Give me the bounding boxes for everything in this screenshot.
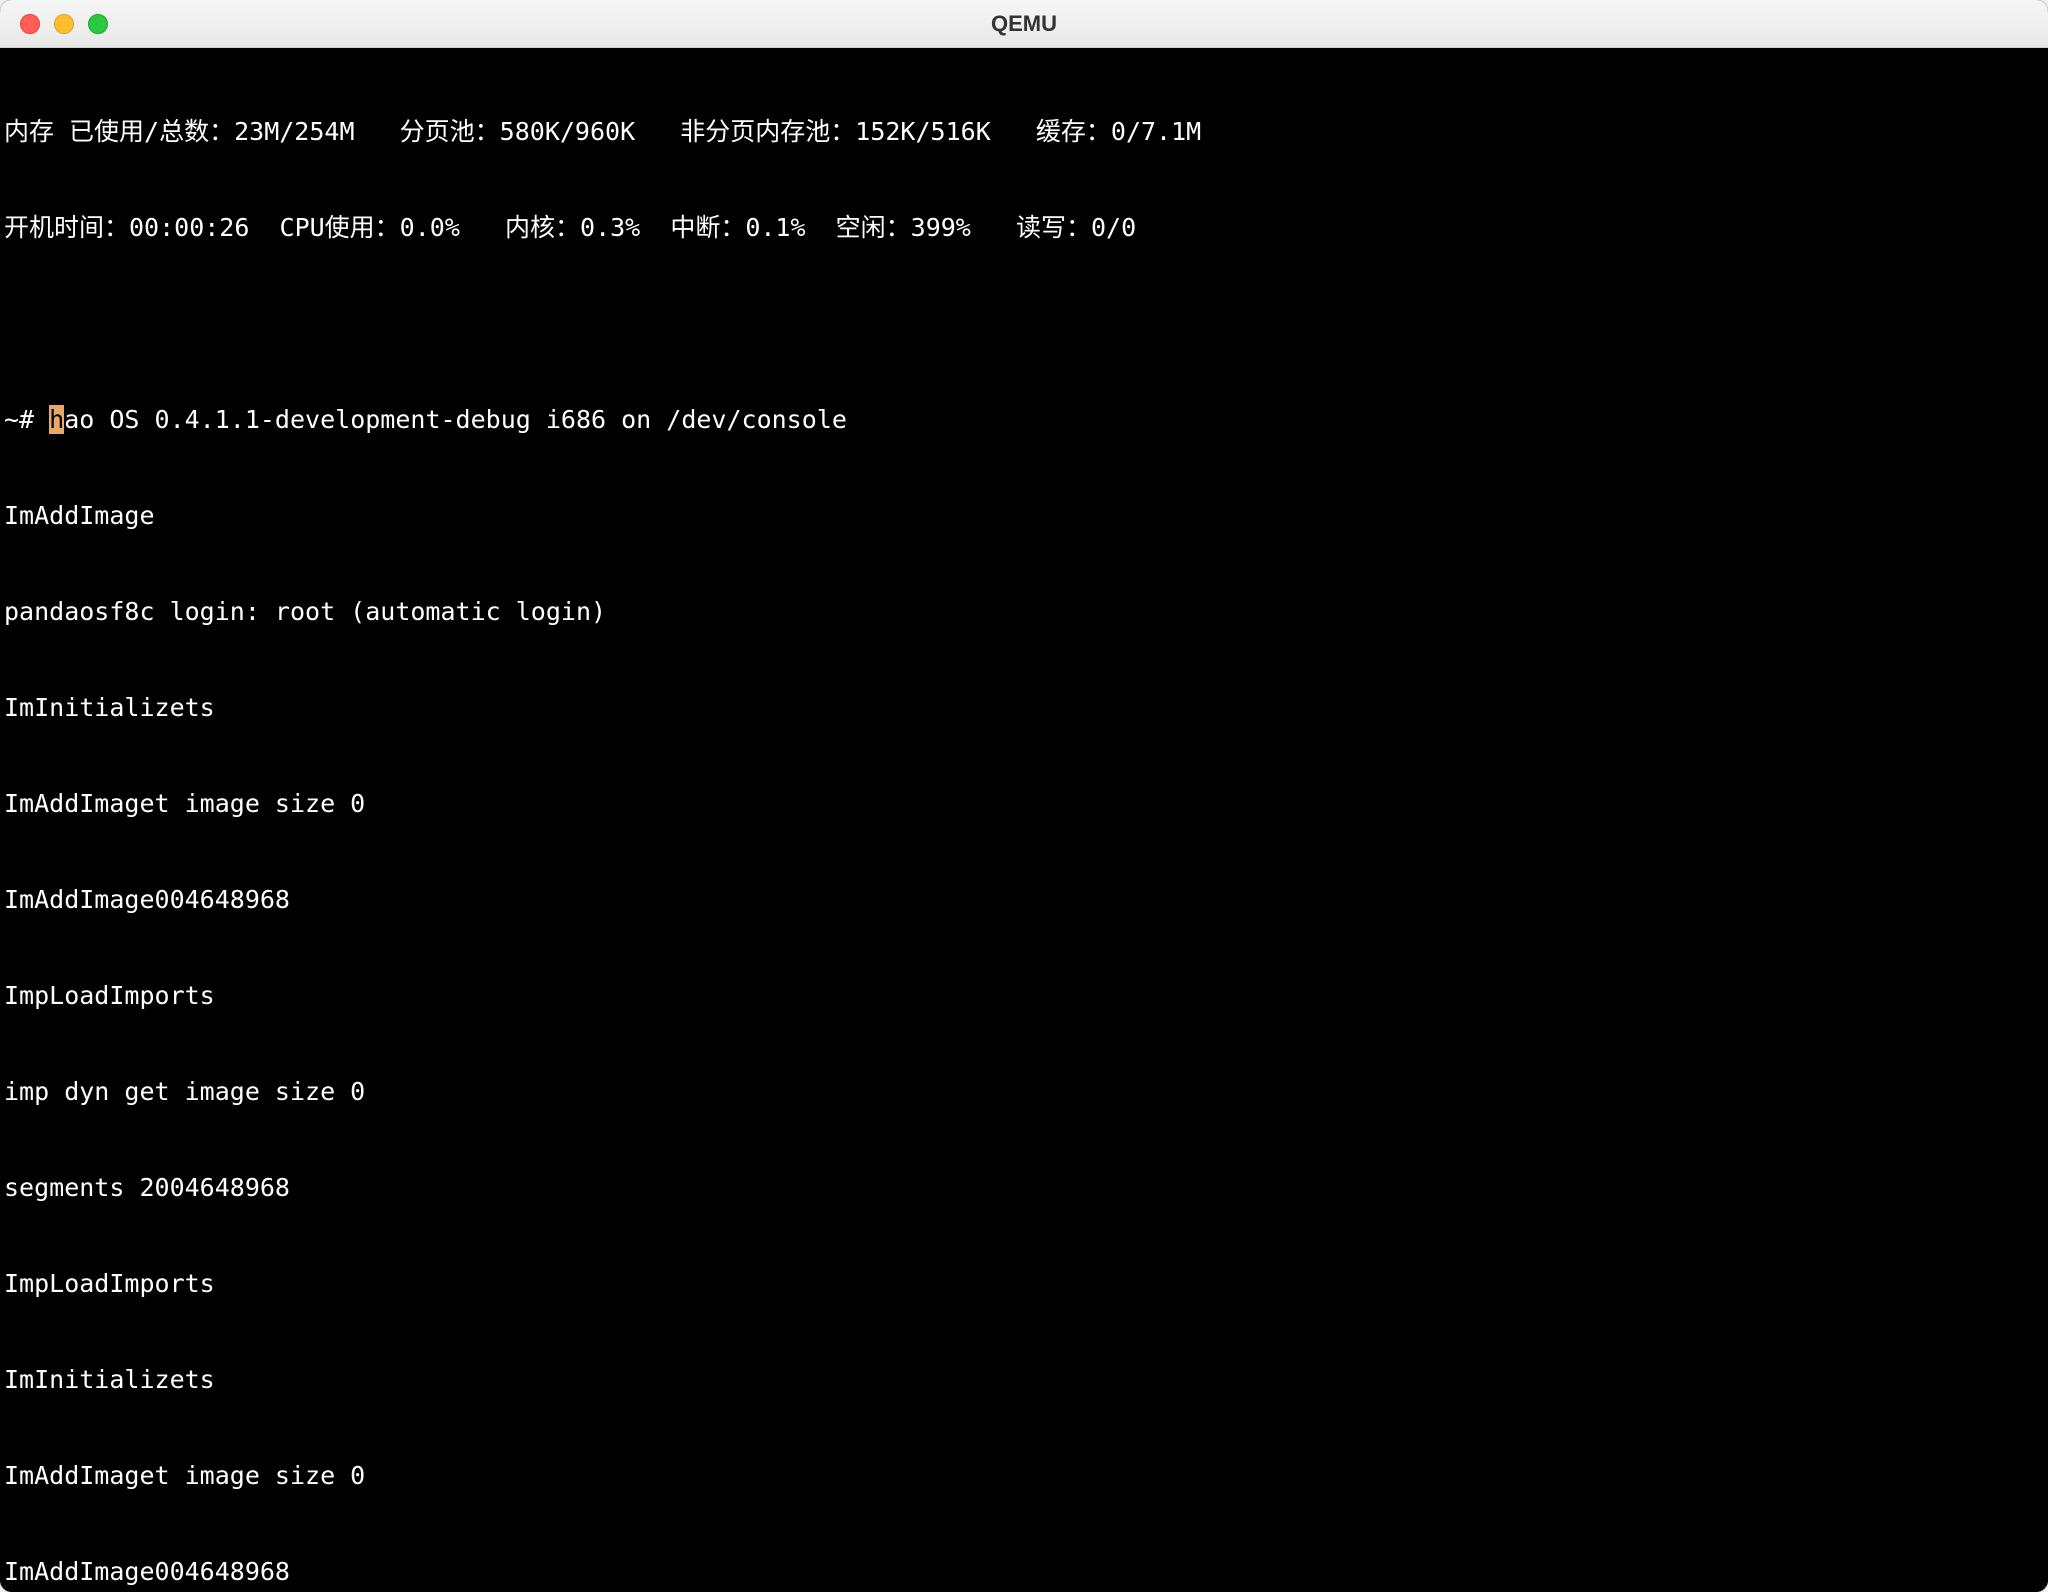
console-line: ImAddImage004648968: [4, 1556, 2044, 1588]
console-line: ImAddImage: [4, 500, 2044, 532]
terminal[interactable]: 内存 已使用/总数：23M/254M 分页池：580K/960K 非分页内存池：…: [0, 48, 2048, 1592]
console-line: ImInitializets: [4, 1364, 2044, 1396]
status-line-1: 内存 已使用/总数：23M/254M 分页池：580K/960K 非分页内存池：…: [4, 116, 2044, 148]
titlebar[interactable]: QEMU: [0, 0, 2048, 48]
console-line: ImpLoadImports: [4, 980, 2044, 1012]
close-icon[interactable]: [20, 14, 40, 34]
maximize-icon[interactable]: [88, 14, 108, 34]
minimize-icon[interactable]: [54, 14, 74, 34]
prompt-line: ~# hao OS 0.4.1.1-development-debug i686…: [4, 404, 2044, 436]
status-line-2: 开机时间：00:00:26 CPU使用：0.0% 内核：0.3% 中断：0.1%…: [4, 212, 2044, 244]
prompt-prefix: ~#: [4, 405, 49, 434]
console-line: ImInitializets: [4, 692, 2044, 724]
console-line: ImAddImage004648968: [4, 884, 2044, 916]
window-title: QEMU: [991, 11, 1057, 37]
traffic-lights: [20, 14, 108, 34]
console-line: imp dyn get image size 0: [4, 1076, 2044, 1108]
blank-line: [4, 308, 2044, 340]
console-line: pandaosf8c login: root (automatic login): [4, 596, 2044, 628]
qemu-window: QEMU 内存 已使用/总数：23M/254M 分页池：580K/960K 非分…: [0, 0, 2048, 1592]
console-line: ImpLoadImports: [4, 1268, 2044, 1300]
console-line: segments 2004648968: [4, 1172, 2044, 1204]
prompt-suffix: ao OS 0.4.1.1-development-debug i686 on …: [64, 405, 847, 434]
cursor-highlight: h: [49, 405, 64, 434]
console-line: ImAddImaget image size 0: [4, 1460, 2044, 1492]
console-line: ImAddImaget image size 0: [4, 788, 2044, 820]
